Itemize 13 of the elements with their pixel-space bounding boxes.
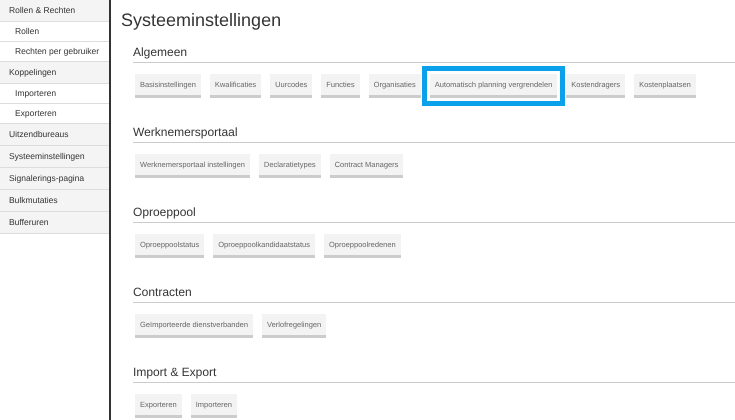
section-heading: Algemeen <box>133 44 735 63</box>
page-title: Systeeminstellingen <box>121 9 282 32</box>
sidebar-item[interactable]: Uitzendbureaus <box>0 124 109 146</box>
section-heading: Import & Export <box>133 364 735 383</box>
sidebar-item[interactable]: Koppelingen <box>0 62 109 84</box>
sidebar-item[interactable]: Signalerings-pagina <box>0 168 109 190</box>
sidebar-item[interactable]: Bufferuren <box>0 212 109 234</box>
section-heading: Contracten <box>133 284 735 303</box>
sidebar-item[interactable]: Bulkmutaties <box>0 190 109 212</box>
section-heading: Oproeppool <box>133 204 735 223</box>
section-heading: Werknemersportaal <box>133 124 735 143</box>
sidebar-item[interactable]: Systeeminstellingen <box>0 146 109 168</box>
sidebar-item[interactable]: Rollen & Rechten <box>0 0 109 22</box>
